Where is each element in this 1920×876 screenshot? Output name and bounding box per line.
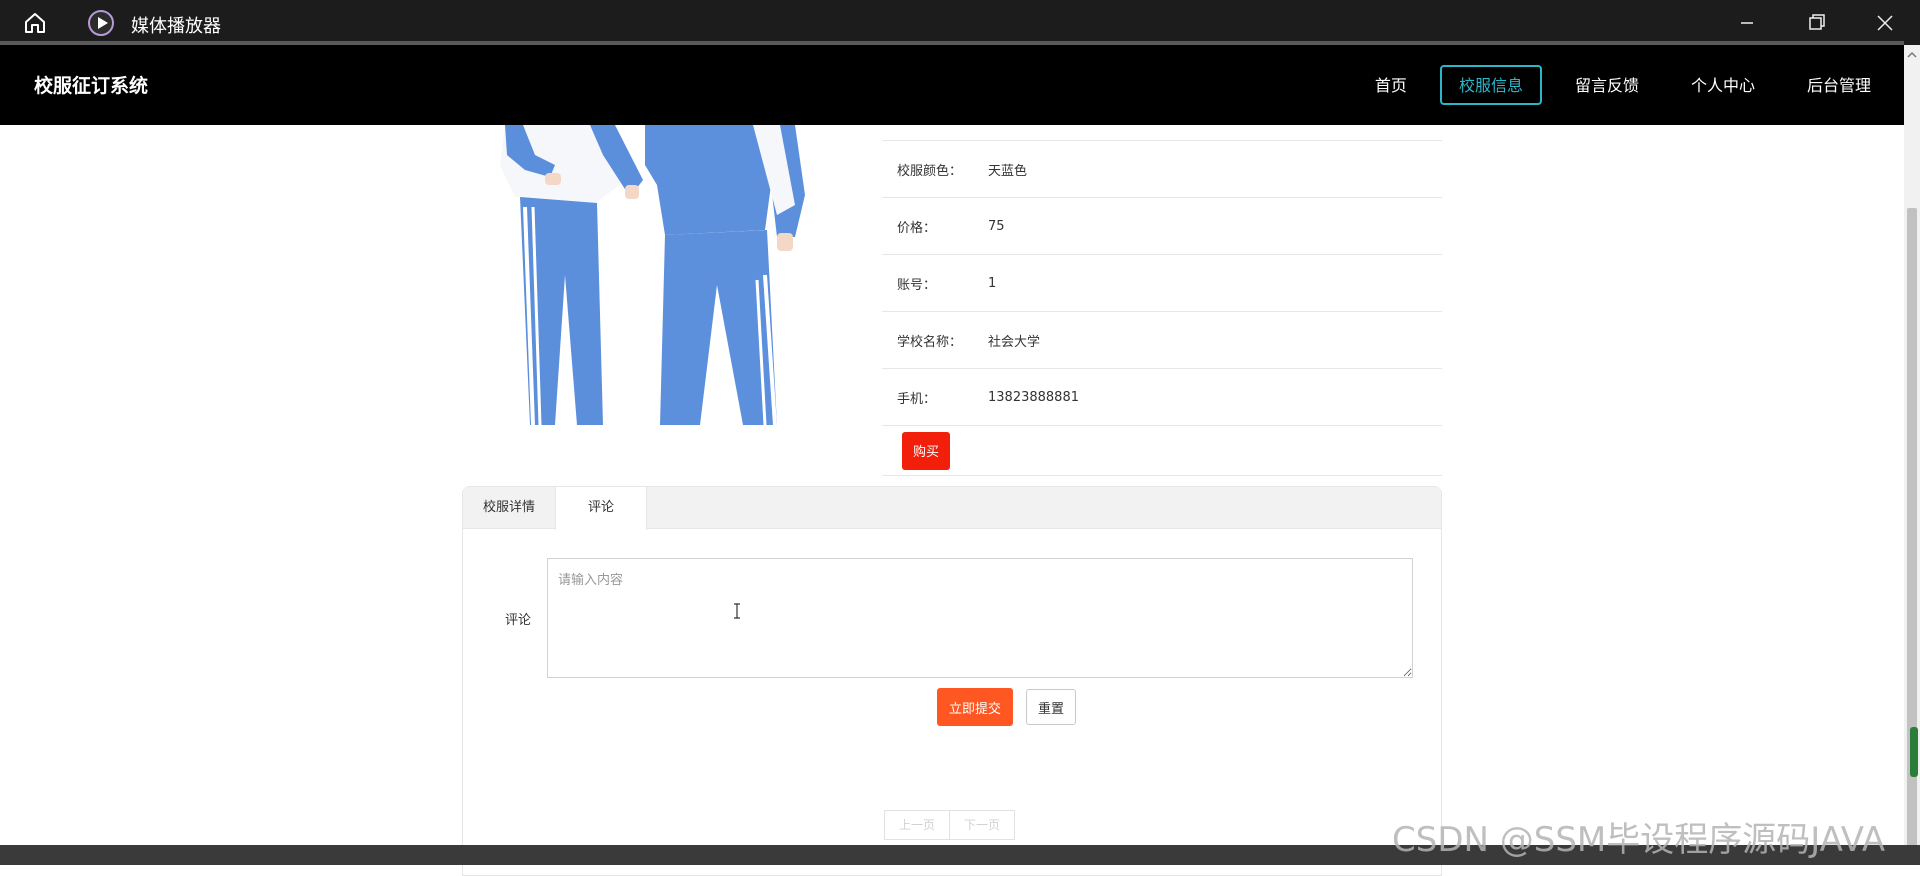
info-label: 手机：	[897, 391, 937, 407]
info-row-phone: 手机： 13823888881	[882, 369, 1442, 426]
watermark: CSDN @SSM毕设程序源码JAVA	[1392, 820, 1886, 860]
buy-button[interactable]: 购买	[902, 431, 950, 470]
next-page-button[interactable]: 下一页	[950, 810, 1016, 840]
info-label: 学校名称：	[897, 334, 963, 350]
tab-uniform-details[interactable]: 校服详情	[463, 487, 555, 528]
site-header: 校服征订系统 首页 校服信息 留言反馈 个人中心 后台管理	[0, 45, 1904, 125]
comment-input[interactable]	[547, 558, 1413, 678]
product-info-table: 校服颜色： 天蓝色 价格： 75 账号： 1 学校名称： 社会大学 手机： 13…	[882, 140, 1442, 476]
info-label: 价格：	[897, 220, 937, 236]
product-image	[495, 125, 815, 425]
submit-button[interactable]: 立即提交	[937, 688, 1013, 726]
nav-item-admin[interactable]: 后台管理	[1788, 65, 1890, 105]
minimize-icon[interactable]	[1727, 8, 1767, 38]
info-value: 天蓝色	[988, 163, 1028, 179]
info-value: 75	[988, 218, 1005, 234]
nav-item-home[interactable]: 首页	[1356, 65, 1426, 105]
reset-button[interactable]: 重置	[1026, 689, 1076, 725]
prev-page-button[interactable]: 上一页	[884, 810, 951, 840]
tab-comments[interactable]: 评论	[555, 487, 648, 530]
nav-item-uniform-info[interactable]: 校服信息	[1439, 65, 1542, 105]
player-title: 媒体播放器	[131, 16, 221, 37]
info-value: 1	[988, 275, 997, 291]
comment-label: 评论	[505, 613, 532, 628]
pagination: 上一页 下一页	[884, 810, 1016, 840]
info-value: 13823888881	[988, 389, 1079, 405]
tab-header: 校服详情 评论	[463, 487, 1441, 530]
media-player-icon	[88, 10, 114, 36]
info-row-account: 账号： 1	[882, 255, 1442, 312]
nav-item-personal-center[interactable]: 个人中心	[1672, 65, 1774, 105]
close-icon[interactable]	[1864, 8, 1904, 38]
info-value: 社会大学	[988, 334, 1041, 350]
info-label: 账号：	[897, 277, 937, 293]
main-nav: 首页 校服信息 留言反馈 个人中心 后台管理	[1356, 65, 1904, 105]
info-row-color: 校服颜色： 天蓝色	[882, 141, 1442, 198]
info-row-price: 价格： 75	[882, 198, 1442, 255]
buy-row: 购买	[882, 426, 1442, 476]
scroll-up-icon[interactable]	[1907, 50, 1917, 60]
site-logo[interactable]: 校服征订系统	[34, 71, 148, 98]
home-icon[interactable]	[22, 10, 48, 36]
detail-tabs: 校服详情 评论 评论 立即提交 重置 上一页 下一页	[462, 486, 1442, 876]
restore-icon[interactable]	[1796, 8, 1836, 38]
info-row-school: 学校名称： 社会大学	[882, 312, 1442, 369]
player-title-bar: 媒体播放器	[0, 0, 1920, 45]
text-cursor-icon	[734, 603, 740, 619]
info-label: 校服颜色：	[897, 163, 963, 179]
volume-indicator	[1910, 727, 1918, 777]
nav-item-feedback[interactable]: 留言反馈	[1556, 65, 1658, 105]
